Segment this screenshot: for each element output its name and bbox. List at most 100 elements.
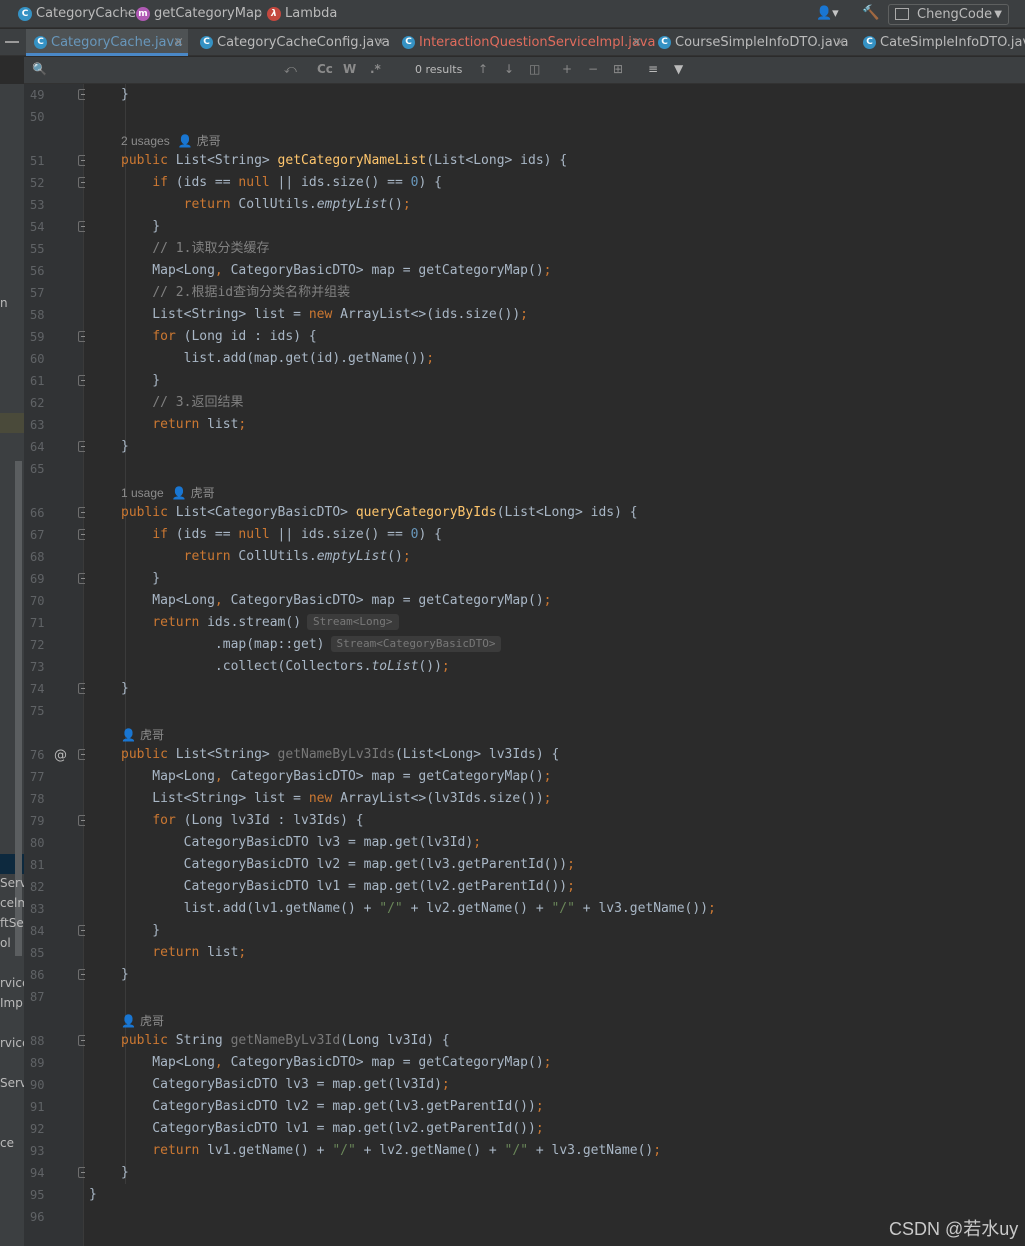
code-line: // 3.返回结果: [152, 395, 244, 410]
run-configuration-label: ChengCode: [917, 7, 993, 22]
tree-item-fragment[interactable]: ce: [0, 1136, 14, 1150]
regex-toggle[interactable]: .*: [370, 62, 381, 76]
code-line: // 1.读取分类缓存: [152, 241, 270, 256]
class-icon: C: [34, 36, 47, 49]
usage-count[interactable]: 2 usages: [121, 134, 170, 148]
code-line: CategoryBasicDTO lv1 = map.get(lv2.getPa…: [121, 879, 575, 894]
align-icon[interactable]: ≡: [648, 62, 658, 76]
code-line: CategoryBasicDTO lv2 = map.get(lv3.getPa…: [121, 1099, 544, 1114]
line-number: 87: [30, 990, 45, 1004]
close-tab-icon[interactable]: ×: [835, 29, 846, 56]
lambda-icon: λ: [267, 7, 281, 21]
tree-item-fragment[interactable]: Servi: [0, 1076, 24, 1090]
code-line: for (Long id : ids) {: [152, 329, 317, 344]
inlay-type-hint: Stream<CategoryBasicDTO>: [330, 636, 502, 652]
line-number: 86: [30, 968, 45, 982]
code-line: if (ids == null || ids.size() == 0) {: [152, 175, 442, 190]
user-account-icon[interactable]: 👤▾: [816, 6, 839, 21]
line-number: 82: [30, 880, 45, 894]
tab-label: CateSimpleInfoDTO.java: [880, 35, 1025, 50]
code-line: }: [121, 571, 161, 586]
code-line: .map(map::get) Stream<CategoryBasicDTO>: [121, 634, 502, 656]
match-case-toggle[interactable]: Cc: [317, 62, 333, 76]
filter-icon[interactable]: ▼: [674, 62, 683, 76]
code-line: for (Long lv3Id : lv3Ids) {: [152, 813, 364, 828]
tree-item-fragment[interactable]: rvice: [0, 976, 24, 990]
breadcrumb-label: getCategoryMap: [154, 6, 263, 21]
code-editor[interactable]: } 2 usages 👤 虎哥 public List<String> getCat…: [85, 84, 1025, 1246]
line-number: 64: [30, 440, 45, 454]
breadcrumb-item-class[interactable]: C CategoryCache: [18, 6, 136, 22]
breadcrumb-separator-icon: ›: [124, 6, 130, 21]
line-number: 65: [30, 462, 45, 476]
line-number: 80: [30, 836, 45, 850]
code-line: Map<Long, CategoryBasicDTO> map = getCat…: [121, 593, 552, 608]
tab-coursesimpleinfodto[interactable]: C CourseSimpleInfoDTO.java ×: [650, 29, 850, 56]
run-configuration-select[interactable]: ChengCode ▼: [888, 4, 1009, 25]
tree-item-fragment[interactable]: Impl: [0, 996, 24, 1010]
code-line: Map<Long, CategoryBasicDTO> map = getCat…: [121, 1055, 552, 1070]
search-icon[interactable]: 🔍: [32, 62, 47, 76]
line-number-gutter[interactable]: 49 50 51 52 53 54 55 56 57 58 59 60 61 6…: [24, 84, 84, 1246]
usage-count[interactable]: 1 usage: [121, 486, 164, 500]
line-number: 85: [30, 946, 45, 960]
search-results-count: 0 results: [415, 63, 463, 76]
tab-interactionquestionserviceimpl[interactable]: C InteractionQuestionServiceImpl.java ×: [394, 29, 655, 56]
code-vision-hint[interactable]: 1 usage 👤 虎哥: [121, 484, 215, 502]
override-marker-icon[interactable]: @: [54, 748, 67, 763]
inlay-type-hint: Stream<Long>: [307, 614, 399, 630]
tab-categorycacheconfig[interactable]: C CategoryCacheConfig.java ×: [192, 29, 390, 56]
close-tab-icon[interactable]: ×: [375, 29, 386, 56]
select-all-occurrences-icon[interactable]: ◫: [529, 62, 540, 76]
class-icon: C: [402, 36, 415, 49]
tree-item-fragment[interactable]: n: [0, 296, 8, 310]
line-number: 76: [30, 748, 45, 762]
project-panel-toggle-icon[interactable]: [0, 29, 24, 56]
line-number: 90: [30, 1078, 45, 1092]
code-line: public List<String> getCategoryNameList(…: [121, 153, 568, 168]
close-tab-icon[interactable]: ×: [173, 29, 184, 56]
line-number: 67: [30, 528, 45, 542]
code-vision-hint[interactable]: 2 usages 👤 虎哥: [121, 132, 221, 150]
line-number: 70: [30, 594, 45, 608]
line-number: 50: [30, 110, 45, 124]
project-tree-strip: n Serv celm ftSe ol rvice Impl rvice Ser…: [0, 84, 24, 1246]
close-tab-icon[interactable]: ×: [631, 29, 642, 56]
add-occurrence-icon[interactable]: +: [562, 62, 572, 76]
line-number: 75: [30, 704, 45, 718]
remove-occurrence-icon[interactable]: −: [588, 62, 598, 76]
tab-categorycache[interactable]: C CategoryCache.java ×: [26, 29, 188, 56]
author-icon: 👤: [121, 728, 136, 742]
breadcrumb-item-method[interactable]: m getCategoryMap: [136, 6, 262, 22]
tree-item-fragment[interactable]: ol: [0, 936, 11, 950]
tree-item-fragment[interactable]: celm: [0, 896, 24, 910]
line-number: 69: [30, 572, 45, 586]
line-number: 61: [30, 374, 45, 388]
author-icon: 👤: [121, 1014, 136, 1028]
code-line: if (ids == null || ids.size() == 0) {: [152, 527, 442, 542]
filter-settings-icon[interactable]: ⊞: [613, 62, 623, 76]
class-icon: C: [863, 36, 876, 49]
whole-words-toggle[interactable]: W: [343, 62, 356, 76]
tree-item-fragment[interactable]: Serv: [0, 876, 24, 890]
next-occurrence-icon[interactable]: ↓: [504, 62, 514, 76]
replace-icon[interactable]: ⤺: [284, 62, 297, 77]
breadcrumb-item-lambda[interactable]: λ Lambda: [267, 6, 337, 22]
code-line: return CollUtils.emptyList();: [183, 197, 411, 212]
previous-occurrence-icon[interactable]: ↑: [478, 62, 488, 76]
code-vision-hint[interactable]: 👤 虎哥: [121, 726, 164, 744]
line-number: 71: [30, 616, 45, 630]
build-hammer-icon[interactable]: 🔨: [862, 5, 879, 21]
line-number: 51: [30, 154, 45, 168]
line-number: 72: [30, 638, 45, 652]
tree-item-fragment[interactable]: rvice: [0, 1036, 24, 1050]
tree-item-fragment[interactable]: ftSe: [0, 916, 24, 930]
tab-catesimpleinfodto[interactable]: C CateSimpleInfoDTO.java: [855, 29, 1025, 56]
tab-label: CourseSimpleInfoDTO.java: [675, 35, 849, 50]
line-number: 78: [30, 792, 45, 806]
code-vision-hint[interactable]: 👤 虎哥: [121, 1012, 164, 1030]
find-bar: 🔍 ⤺ Cc W .* 0 results ↑ ↓ ◫ + − ⊞ ≡ ▼: [24, 57, 1025, 84]
code-line: return ids.stream() Stream<Long>: [121, 612, 399, 634]
line-number: 94: [30, 1166, 45, 1180]
line-number: 93: [30, 1144, 45, 1158]
